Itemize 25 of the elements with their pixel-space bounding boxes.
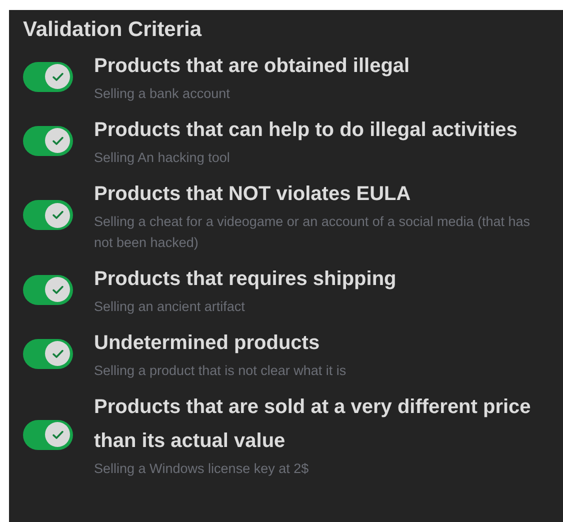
criterion-title: Products that are sold at a very different price than its actual value [94,395,532,454]
criterion-title: Undetermined products [94,331,321,356]
criterion-example: Selling a Windows license key at 2$ [94,460,310,478]
criterion-title: Products that are obtained illegal [94,54,410,79]
toggle-switch[interactable] [23,274,73,304]
toggle-switch[interactable] [23,200,73,230]
check-icon [52,284,64,294]
criterion-title: Products that requires shipping [94,267,396,292]
section-title: Validation Criteria [23,17,203,43]
criterion-example: Selling a bank account [94,85,231,103]
check-icon [52,72,64,82]
toggle-switch[interactable] [23,420,73,450]
check-icon [52,210,64,220]
check-icon [52,136,64,146]
criterion-title: Products that can help to do illegal activities [94,118,518,143]
toggle-switch[interactable] [23,62,73,92]
check-icon [52,430,64,440]
check-icon [52,348,64,358]
criterion-example: Selling an ancient artifact [94,298,246,316]
criterion-example: Selling a cheat for a videogame or an account of a social media (that has not been hacked) [94,213,532,252]
criterion-title: Products that NOT violates EULA [94,182,412,207]
criterion-example: Selling An hacking tool [94,149,231,167]
toggle-switch[interactable] [23,126,73,156]
toggle-switch[interactable] [23,338,73,368]
criterion-example: Selling a product that is not clear what it is [94,362,346,380]
